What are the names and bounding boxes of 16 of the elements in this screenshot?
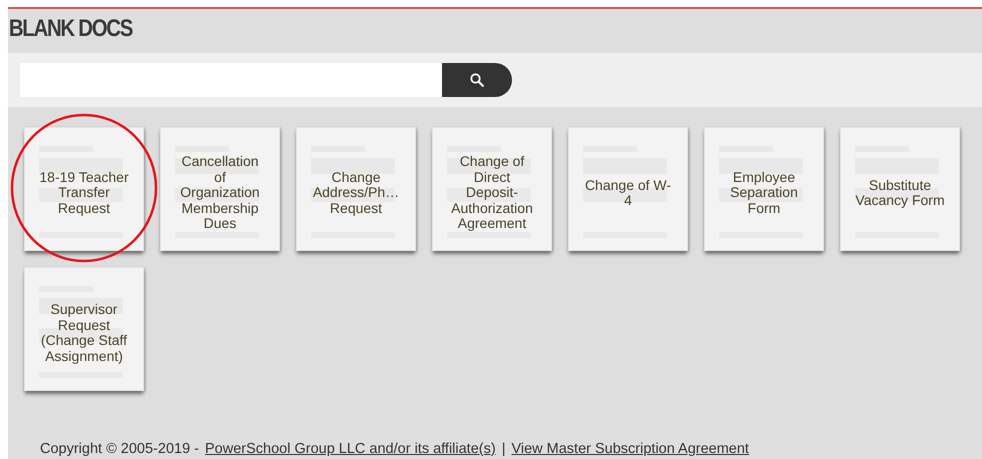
- document-tile[interactable]: Employee Separation Form: [704, 127, 824, 251]
- page-title: BLANK DOCS: [8, 14, 132, 44]
- document-tile[interactable]: Supervisor Request (Change Staff Assignment): [24, 267, 144, 391]
- search-field[interactable]: [20, 63, 442, 97]
- search-icon: [470, 73, 484, 87]
- copyright-text: Copyright © 2005-2019 -: [40, 441, 199, 457]
- footer-link[interactable]: View Master Subscription Agreement: [511, 441, 749, 457]
- document-tile[interactable]: Substitute Vacancy Form: [840, 127, 960, 251]
- search-button[interactable]: [442, 63, 512, 97]
- separator-text: |: [502, 441, 506, 457]
- document-tile[interactable]: Cancellation of Organization Membership Dues: [160, 127, 280, 251]
- document-tile[interactable]: Change of W-4: [568, 127, 688, 251]
- footer-link[interactable]: PowerSchool Group LLC and/or its affiliate(s): [205, 441, 496, 457]
- document-tile[interactable]: Change Address/Ph… Request: [296, 127, 416, 251]
- document-tile[interactable]: 18-19 Teacher Transfer Request: [24, 127, 144, 251]
- document-tile[interactable]: Change of Direct Deposit-Authorization Agreement: [432, 127, 552, 251]
